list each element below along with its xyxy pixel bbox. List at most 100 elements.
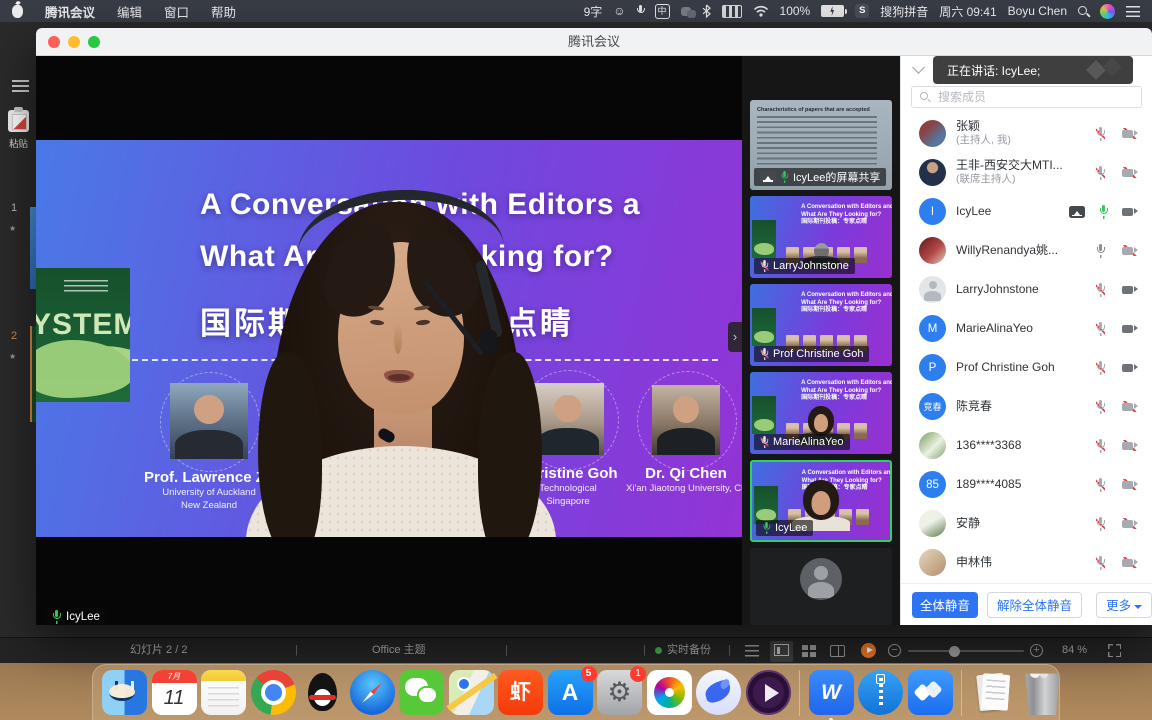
screen-share-icon[interactable] bbox=[1069, 206, 1085, 218]
camera-off-icon[interactable] bbox=[1122, 518, 1138, 529]
chat-status-icon[interactable] bbox=[681, 7, 691, 16]
camera-off-icon[interactable] bbox=[1122, 440, 1138, 451]
zoom-out-button[interactable]: − bbox=[888, 644, 901, 657]
slide-1-number[interactable]: 1 bbox=[11, 202, 17, 214]
search-input[interactable] bbox=[911, 86, 1142, 108]
menu-item-edit[interactable]: 编辑 bbox=[117, 2, 142, 21]
fit-slide-icon[interactable] bbox=[1108, 644, 1121, 657]
mic-muted-icon[interactable] bbox=[1096, 439, 1105, 453]
apple-menu-icon[interactable] bbox=[12, 5, 23, 18]
mic-muted-icon[interactable] bbox=[1096, 556, 1105, 570]
camera-on-icon[interactable] bbox=[1122, 284, 1138, 295]
mic-muted-icon[interactable] bbox=[1096, 478, 1105, 492]
dock-chrome[interactable] bbox=[251, 670, 296, 715]
thumbnail-mariealinayeo[interactable]: A Conversation with Editors and Authors:… bbox=[750, 372, 892, 454]
dock-wechat[interactable] bbox=[399, 670, 444, 715]
ime-indicator[interactable]: 中 bbox=[655, 4, 670, 19]
mic-muted-icon[interactable] bbox=[1096, 127, 1105, 141]
menubar-clock[interactable]: 周六 09:41 bbox=[939, 3, 996, 20]
dock-safari[interactable] bbox=[350, 670, 395, 715]
participant-row[interactable]: WillyRenandya姚... bbox=[901, 231, 1152, 270]
participant-row[interactable]: P Prof Christine Goh bbox=[901, 348, 1152, 387]
camera-off-icon[interactable] bbox=[1122, 128, 1138, 139]
menubar-mic-icon[interactable] bbox=[637, 5, 644, 17]
camera-off-icon[interactable] bbox=[1122, 245, 1138, 256]
thumbnail-partial[interactable] bbox=[750, 548, 892, 625]
camera-off-icon[interactable] bbox=[1122, 557, 1138, 568]
thumbnail-icylee-active[interactable]: A Conversation with Editors and Authors:… bbox=[750, 460, 892, 542]
participant-row[interactable]: LarryJohnstone bbox=[901, 270, 1152, 309]
mic-unmuted-icon[interactable] bbox=[1096, 244, 1105, 258]
sogou-label[interactable]: 搜狗拼音 bbox=[880, 3, 928, 20]
camera-on-icon[interactable] bbox=[1122, 362, 1138, 373]
participant-row[interactable]: 申林伟 bbox=[901, 543, 1152, 582]
notification-center-icon[interactable] bbox=[1126, 6, 1140, 17]
search-member-box[interactable] bbox=[911, 86, 1142, 108]
dock-app-store[interactable]: A5 bbox=[548, 670, 593, 715]
slide-2-number[interactable]: 2 bbox=[11, 330, 17, 342]
dock-notes[interactable] bbox=[201, 670, 246, 715]
dock-documents[interactable] bbox=[971, 670, 1016, 715]
participant-list[interactable]: 张颖(主持人, 我) 王非-西安交大MTI...(联席主持人) I IcyLee… bbox=[901, 114, 1152, 583]
zoom-slider[interactable] bbox=[908, 650, 1024, 652]
current-view-button[interactable] bbox=[770, 641, 793, 662]
bluetooth-icon[interactable] bbox=[702, 4, 711, 18]
dock-maps[interactable] bbox=[449, 670, 494, 715]
participant-row[interactable]: I IcyLee bbox=[901, 192, 1152, 231]
main-video-area[interactable]: SYSTEM A Conversation with Editors a Wha… bbox=[36, 56, 742, 625]
camera-off-icon[interactable] bbox=[1122, 167, 1138, 178]
mic-muted-icon[interactable] bbox=[1096, 166, 1105, 180]
sogou-icon[interactable]: S bbox=[855, 4, 869, 18]
camera-on-icon[interactable] bbox=[1122, 323, 1138, 334]
chevron-down-icon[interactable] bbox=[912, 61, 925, 74]
ribbon-toggle-icon[interactable] bbox=[12, 80, 29, 92]
slideshow-play-button[interactable] bbox=[861, 643, 876, 658]
ime-char-count[interactable]: 9字 bbox=[584, 3, 603, 20]
participant-row[interactable]: 竞春 陈竞春 bbox=[901, 387, 1152, 426]
dock-photos[interactable] bbox=[647, 670, 692, 715]
spotlight-search-icon[interactable] bbox=[1078, 6, 1089, 17]
normal-view-icon[interactable] bbox=[745, 645, 759, 657]
mic-muted-icon[interactable] bbox=[1096, 283, 1105, 297]
zoom-percent[interactable]: 84 % bbox=[1062, 638, 1087, 663]
autosave-label[interactable]: 实时备份 bbox=[667, 638, 711, 663]
participant-row[interactable]: 王非-西安交大MTI...(联席主持人) bbox=[901, 153, 1152, 192]
zoom-slider-thumb[interactable] bbox=[949, 646, 960, 657]
thumbnail-screen-share[interactable]: Characteristics of papers that are accep… bbox=[750, 100, 892, 190]
mute-all-button[interactable]: 全体静音 bbox=[912, 592, 978, 618]
meeting-titlebar[interactable]: 腾讯会议 bbox=[36, 28, 1152, 56]
unmute-all-button[interactable]: 解除全体静音 bbox=[987, 592, 1083, 618]
participant-row[interactable]: 安静 bbox=[901, 504, 1152, 543]
menu-item-help[interactable]: 帮助 bbox=[211, 2, 236, 21]
dock-xiami-music[interactable]: 虾 bbox=[498, 670, 543, 715]
dock-system-preferences[interactable]: ⚙1 bbox=[597, 670, 642, 715]
dock-media-player[interactable] bbox=[746, 670, 791, 715]
battery-icon[interactable] bbox=[821, 5, 844, 17]
slide-sorter-icon[interactable] bbox=[802, 645, 817, 657]
participant-row[interactable]: 85 189****4085 bbox=[901, 465, 1152, 504]
thumbnail-larryjohnstone[interactable]: A Conversation with Editors and Authors:… bbox=[750, 196, 892, 278]
participant-row[interactable]: 136****3368 bbox=[901, 426, 1152, 465]
mic-muted-icon[interactable] bbox=[1096, 361, 1105, 375]
thumbnail-prof-christine-goh[interactable]: A Conversation with Editors and Authors:… bbox=[750, 284, 892, 366]
dock-wps-office[interactable]: W bbox=[809, 670, 854, 715]
camera-off-icon[interactable] bbox=[1122, 401, 1138, 412]
camera-on-icon[interactable] bbox=[1122, 206, 1138, 217]
collapse-thumbnails-button[interactable]: › bbox=[728, 322, 742, 352]
dock-tencent-meeting[interactable] bbox=[908, 670, 953, 715]
mic-muted-icon[interactable] bbox=[1096, 400, 1105, 414]
more-button[interactable]: 更多 bbox=[1096, 592, 1152, 618]
menubar-user[interactable]: Boyu Chen bbox=[1008, 4, 1067, 18]
participant-row[interactable]: 张颖(主持人, 我) bbox=[901, 114, 1152, 153]
reading-view-icon[interactable] bbox=[830, 645, 845, 657]
dock-ezip[interactable] bbox=[858, 670, 903, 715]
dock-qq[interactable] bbox=[300, 670, 345, 715]
participant-row[interactable]: M MarieAlinaYeo bbox=[901, 309, 1152, 348]
mic-muted-icon[interactable] bbox=[1096, 517, 1105, 531]
dock-trash[interactable] bbox=[1020, 670, 1065, 715]
menu-app-name[interactable]: 腾讯会议 bbox=[45, 2, 95, 21]
emoji-status-icon[interactable]: ☺ bbox=[613, 5, 625, 17]
siri-icon[interactable] bbox=[1100, 4, 1115, 19]
dock-finder[interactable] bbox=[102, 670, 147, 715]
mic-speaking-icon[interactable] bbox=[1099, 205, 1108, 219]
